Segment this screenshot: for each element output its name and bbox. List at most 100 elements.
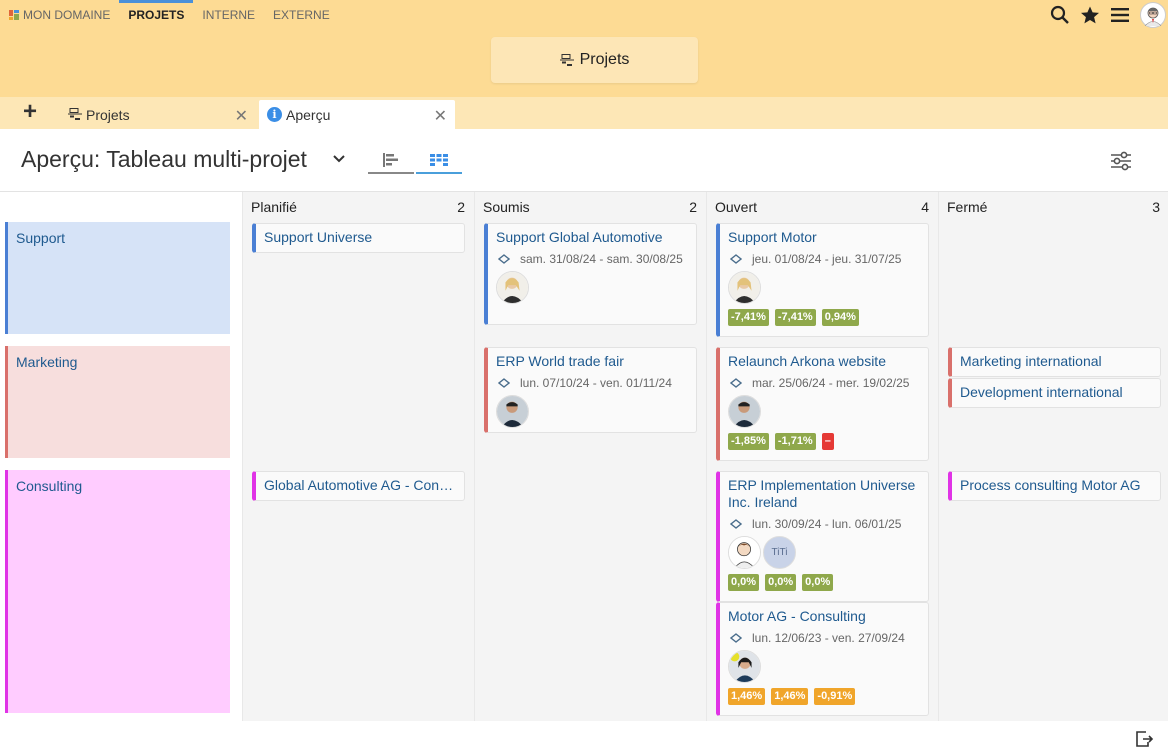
column-count: 2	[689, 199, 697, 215]
card-title[interactable]: Development international	[960, 384, 1152, 401]
multi-project-board: Support Marketing Consulting Planifié 2 …	[0, 191, 1168, 722]
column-count: 3	[1152, 199, 1160, 215]
row-header-marketing[interactable]: Marketing	[5, 346, 230, 458]
tab-projets[interactable]: Projets ✕	[58, 100, 256, 129]
card-dates: jeu. 01/08/24 - jeu. 31/07/25	[728, 251, 920, 267]
progress-badge: 1,46%	[771, 688, 809, 705]
column-header: Ouvert 4	[715, 199, 929, 217]
column-ouvert: Ouvert 4 Support Motor jeu. 01/08/24 - j…	[706, 192, 937, 722]
bottom-bar	[0, 721, 1168, 755]
column-title: Soumis	[483, 199, 530, 215]
person-avatar[interactable]	[728, 271, 761, 304]
card-title[interactable]: Support Universe	[264, 229, 456, 246]
tab-apercu[interactable]: i Aperçu ✕	[259, 100, 455, 129]
export-icon[interactable]	[1134, 729, 1154, 754]
card-title[interactable]: ERP Implementation Universe Inc. Ireland	[728, 477, 920, 511]
search-icon[interactable]	[1050, 5, 1070, 25]
column-title: Ouvert	[715, 199, 758, 215]
column-header: Planifié 2	[251, 199, 465, 217]
column-ferme: Fermé 3 Marketing international Developm…	[938, 192, 1168, 722]
card-date-range: mar. 25/06/24 - mer. 19/02/25	[752, 376, 910, 390]
card-title[interactable]: Marketing international	[960, 353, 1152, 370]
person-avatar[interactable]: TiTi	[763, 536, 796, 569]
card-people	[728, 650, 920, 683]
project-card[interactable]: Motor AG - Consulting lun. 12/06/23 - ve…	[716, 602, 929, 716]
card-title[interactable]: Relaunch Arkona website	[728, 353, 920, 370]
row-header-consulting[interactable]: Consulting	[5, 470, 230, 713]
nav-externe[interactable]: EXTERNE	[264, 0, 339, 30]
person-avatar[interactable]	[496, 271, 529, 304]
project-card[interactable]: Support Global Automotive sam. 31/08/24 …	[484, 223, 697, 325]
project-card[interactable]: Process consulting Motor AG	[948, 471, 1161, 501]
milestone-icon	[730, 633, 742, 643]
column-soumis: Soumis 2 Support Global Automotive sam. …	[474, 192, 705, 722]
nav-mon-domaine-label: MON DOMAINE	[23, 8, 111, 22]
star-icon[interactable]	[1080, 5, 1100, 25]
progress-badge: -0,91%	[814, 688, 856, 705]
progress-badge: 1,46%	[728, 688, 766, 705]
projets-title-button[interactable]: Projets	[491, 37, 698, 83]
column-count: 2	[457, 199, 465, 215]
person-avatar[interactable]	[728, 536, 761, 569]
project-icon	[68, 108, 82, 121]
close-icon[interactable]: ✕	[434, 106, 447, 126]
card-badges: 1,46% 1,46% -0,91%	[728, 688, 920, 705]
close-icon[interactable]: ✕	[235, 106, 248, 126]
card-title[interactable]: Process consulting Motor AG	[960, 477, 1152, 494]
card-date-range: lun. 30/09/24 - lun. 06/01/25	[752, 517, 902, 531]
project-card[interactable]: ERP Implementation Universe Inc. Ireland…	[716, 471, 929, 602]
row-header-support[interactable]: Support	[5, 222, 230, 334]
project-card[interactable]: Support Motor jeu. 01/08/24 - jeu. 31/07…	[716, 223, 929, 337]
gantt-icon	[383, 153, 398, 167]
progress-badge: –	[821, 433, 834, 450]
card-title[interactable]: Motor AG - Consulting	[728, 608, 920, 625]
page-header: Aperçu: Tableau multi-projet	[0, 129, 1168, 191]
card-dates: lun. 30/09/24 - lun. 06/01/25	[728, 516, 920, 532]
progress-badge: 0,0%	[802, 574, 834, 591]
milestone-icon	[730, 519, 742, 529]
card-people	[496, 271, 688, 304]
user-avatar[interactable]	[1140, 2, 1166, 28]
project-card[interactable]: Global Automotive AG - Consulting	[252, 471, 465, 501]
milestone-icon	[730, 378, 742, 388]
dashboard-icon	[9, 10, 19, 20]
card-title[interactable]: Support Global Automotive	[496, 229, 688, 246]
chevron-down-icon[interactable]	[332, 151, 346, 169]
project-card[interactable]: Relaunch Arkona website mar. 25/06/24 - …	[716, 347, 929, 461]
top-actions	[1050, 0, 1168, 30]
column-count: 4	[921, 199, 929, 215]
nav-mon-domaine[interactable]: MON DOMAINE	[0, 0, 119, 30]
card-badges: -7,41% -7,41% 0,94%	[728, 309, 920, 326]
tab-apercu-label: Aperçu	[286, 106, 331, 123]
nav-projets[interactable]: PROJETS	[119, 0, 194, 30]
board-icon	[430, 154, 448, 166]
top-bar: MON DOMAINE PROJETS INTERNE EXTERNE Proj…	[0, 0, 1168, 97]
project-card[interactable]: Support Universe	[252, 223, 465, 253]
menu-icon[interactable]	[1110, 5, 1130, 25]
gantt-view-button[interactable]	[368, 148, 414, 174]
card-title[interactable]: Support Motor	[728, 229, 920, 246]
card-dates: sam. 31/08/24 - sam. 30/08/25	[496, 251, 688, 267]
project-card[interactable]: Marketing international	[948, 347, 1161, 377]
project-card[interactable]: Development international	[948, 378, 1161, 408]
progress-badge: 0,0%	[728, 574, 760, 591]
card-badges: -1,85% -1,71% –	[728, 433, 920, 450]
card-people	[728, 271, 920, 304]
card-dates: lun. 12/06/23 - ven. 27/09/24	[728, 630, 920, 646]
card-date-range: lun. 07/10/24 - ven. 01/11/24	[520, 376, 672, 390]
person-avatar[interactable]	[728, 395, 761, 428]
card-title[interactable]: ERP World trade fair	[496, 353, 688, 370]
person-avatar[interactable]	[728, 650, 761, 683]
nav-interne[interactable]: INTERNE	[193, 0, 264, 30]
column-planifie: Planifié 2 Support Universe Global Autom…	[242, 192, 473, 722]
card-title[interactable]: Global Automotive AG - Consulting	[264, 477, 456, 494]
progress-badge: 0,0%	[765, 574, 797, 591]
column-title: Planifié	[251, 199, 297, 215]
filter-settings-icon[interactable]	[1110, 151, 1132, 176]
project-card[interactable]: ERP World trade fair lun. 07/10/24 - ven…	[484, 347, 697, 433]
board-view-button[interactable]	[416, 148, 462, 174]
add-tab-button[interactable]: +	[18, 100, 42, 125]
progress-badge: -1,85%	[728, 433, 769, 450]
milestone-icon	[498, 378, 510, 388]
person-avatar[interactable]	[496, 395, 529, 428]
